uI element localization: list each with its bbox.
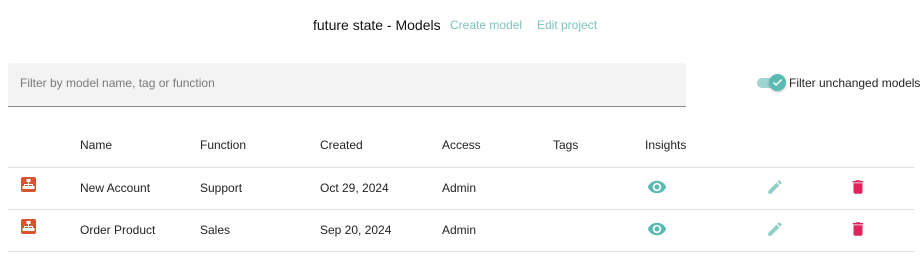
page-header: future state - Models Create model Edit … — [0, 17, 922, 37]
table-row[interactable]: Order Product Sales Sep 20, 2024 Admin — [8, 209, 914, 252]
filter-input[interactable] — [20, 73, 660, 93]
cell-name[interactable]: Order Product — [80, 209, 200, 252]
trash-icon[interactable] — [849, 220, 867, 241]
column-header-icon — [8, 124, 80, 168]
filter-unchanged-toggle[interactable]: Filter unchanged models — [756, 74, 920, 92]
column-header-function[interactable]: Function — [200, 124, 320, 168]
org-chart-icon — [21, 177, 36, 192]
check-icon — [773, 79, 782, 86]
pencil-icon[interactable] — [766, 178, 784, 199]
org-chart-icon — [21, 219, 36, 234]
cell-created: Sep 20, 2024 — [320, 209, 442, 252]
toggle-knob — [769, 74, 786, 91]
cell-access: Admin — [442, 209, 553, 252]
eye-icon[interactable] — [647, 177, 667, 200]
cell-name[interactable]: New Account — [80, 167, 200, 210]
column-header-name[interactable]: Name — [80, 124, 200, 168]
cell-function: Sales — [200, 209, 320, 252]
filter-field — [8, 63, 686, 107]
pencil-icon[interactable] — [766, 220, 784, 241]
column-header-access[interactable]: Access — [442, 124, 553, 168]
models-table: Name Function Created Access Tags Insigh… — [8, 124, 914, 252]
cell-function: Support — [200, 167, 320, 210]
column-header-edit — [733, 124, 825, 168]
toggle-label: Filter unchanged models — [789, 76, 921, 90]
column-header-created[interactable]: Created — [320, 124, 442, 168]
cell-access: Admin — [442, 167, 553, 210]
table-row[interactable]: New Account Support Oct 29, 2024 Admin — [8, 167, 914, 210]
table-header-row: Name Function Created Access Tags Insigh… — [8, 124, 914, 168]
column-header-insights: Insights — [623, 124, 733, 168]
column-header-tags[interactable]: Tags — [553, 124, 623, 168]
create-model-link[interactable]: Create model — [450, 18, 522, 32]
page-title: future state - Models — [313, 17, 441, 33]
cell-tags — [553, 209, 623, 252]
eye-icon[interactable] — [647, 219, 667, 242]
column-header-delete — [825, 124, 914, 168]
trash-icon[interactable] — [849, 178, 867, 199]
cell-created: Oct 29, 2024 — [320, 167, 442, 210]
edit-project-link[interactable]: Edit project — [537, 18, 597, 32]
cell-tags — [553, 167, 623, 210]
